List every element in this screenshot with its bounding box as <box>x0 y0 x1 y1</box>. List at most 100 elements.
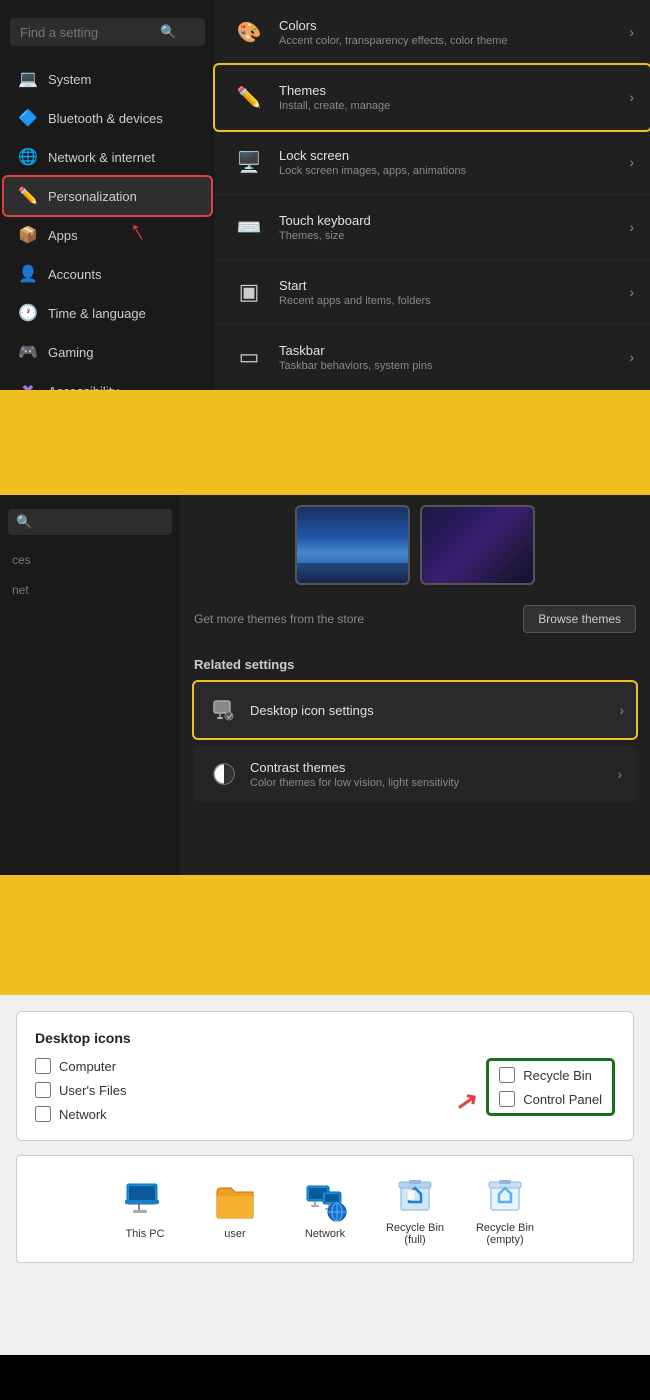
sidebar-item-network[interactable]: 🌐 Network & internet <box>4 138 211 176</box>
desktop-icon-thispc: This PC <box>110 1178 180 1240</box>
sidebar-item-system[interactable]: 💻 System <box>4 60 211 98</box>
sidebar-item-label: Accounts <box>48 267 101 282</box>
time-icon: 🕐 <box>18 303 38 323</box>
recycle-bin-full-icon <box>393 1172 437 1216</box>
sidebar-item-label: System <box>48 72 91 87</box>
yellow-separator-2 <box>0 875 650 995</box>
apps-icon: 📦 <box>18 225 38 245</box>
chevron-right-icon: › <box>619 702 624 718</box>
settings-item-lockscreen[interactable]: 🖥️ Lock screen Lock screen images, apps,… <box>215 130 650 195</box>
sidebar-item-time[interactable]: 🕐 Time & language <box>4 294 211 332</box>
chevron-right-icon: › <box>617 766 622 782</box>
sidebar-item-label: Time & language <box>48 306 146 321</box>
red-arrow-indicator-icon: ↗ <box>454 1084 481 1118</box>
recycle-bin-empty-icon <box>483 1172 527 1216</box>
recycle-label: Recycle Bin <box>523 1068 592 1083</box>
chevron-right-icon: › <box>629 219 634 235</box>
sidebar-item-label: Network & internet <box>48 150 155 165</box>
taskbar-title: Taskbar <box>279 343 629 358</box>
theme-thumbnail-blue[interactable] <box>295 505 410 585</box>
system-icon: 💻 <box>18 69 38 89</box>
checkbox-item-usersfiles[interactable]: User's Files <box>35 1082 456 1098</box>
network-label: Network <box>305 1228 345 1240</box>
sidebar-item-label: Bluetooth & devices <box>48 111 163 126</box>
sidebar-item-bluetooth[interactable]: 🔷 Bluetooth & devices <box>4 99 211 137</box>
contrast-themes-title: Contrast themes <box>250 760 617 775</box>
checkbox-item-computer[interactable]: Computer <box>35 1058 456 1074</box>
thispc-label: This PC <box>125 1228 164 1240</box>
network-label: Network <box>59 1107 107 1122</box>
chevron-right-icon: › <box>629 349 634 365</box>
sidebar-item-label: Apps <box>48 228 78 243</box>
browse-themes-button[interactable]: Browse themes <box>523 605 636 633</box>
checkbox-item-recycle[interactable]: Recycle Bin <box>499 1067 602 1083</box>
sidebar-item-label: Personalization <box>48 189 137 204</box>
start-title: Start <box>279 278 629 293</box>
chevron-right-icon: › <box>629 24 634 40</box>
theme-thumbnail-abstract[interactable] <box>420 505 535 585</box>
network-icon-svg <box>303 1178 347 1222</box>
usersfiles-checkbox[interactable] <box>35 1082 51 1098</box>
settings-item-taskbar[interactable]: ▭ Taskbar Taskbar behaviors, system pins… <box>215 325 650 390</box>
user-folder-icon <box>213 1178 257 1222</box>
themes-icon: ✏️ <box>231 79 267 115</box>
themes-search-input[interactable] <box>32 515 132 529</box>
start-desc: Recent apps and items, folders <box>279 295 629 307</box>
computer-checkbox[interactable] <box>35 1058 51 1074</box>
themes-main: Get more themes from the store Browse th… <box>180 495 650 875</box>
touchkeyboard-icon: ⌨️ <box>231 209 267 245</box>
desktop-icon-settings-item[interactable]: ↗ Desktop icon settings › <box>194 682 636 738</box>
settings-main-panel: 🎨 Colors Accent color, transparency effe… <box>215 0 650 390</box>
thispc-icon <box>123 1178 167 1222</box>
contrast-themes-item[interactable]: Contrast themes Color themes for low vis… <box>194 746 636 802</box>
sidebar-item-accounts[interactable]: 👤 Accounts <box>4 255 211 293</box>
search-icon: 🔍 <box>16 514 32 530</box>
sidebar-item-accessibility[interactable]: ✖ Accessibility <box>4 372 211 390</box>
themes-desc: Install, create, manage <box>279 100 629 112</box>
touchkeyboard-title: Touch keyboard <box>279 213 629 228</box>
bluetooth-icon: 🔷 <box>18 108 38 128</box>
controlpanel-label: Control Panel <box>523 1092 602 1107</box>
user-label: user <box>224 1228 245 1240</box>
start-icon: ▣ <box>231 274 267 310</box>
themes-title: Themes <box>279 83 629 98</box>
usersfiles-label: User's Files <box>59 1083 127 1098</box>
settings-item-colors[interactable]: 🎨 Colors Accent color, transparency effe… <box>215 0 650 65</box>
contrast-themes-desc: Color themes for low vision, light sensi… <box>250 777 617 789</box>
sidebar-item-personalization[interactable]: ✏️ Personalization <box>4 177 211 215</box>
themes-grid <box>194 505 636 585</box>
dialog-title: Desktop icons <box>35 1030 615 1046</box>
themes-section: 🔍 ces net Get more themes from the store… <box>0 495 650 875</box>
sidebar-partial-item-net[interactable]: net <box>0 575 180 605</box>
sidebar-item-label: Accessibility <box>48 384 119 391</box>
themes-search-box[interactable]: 🔍 <box>8 509 172 535</box>
settings-item-touchkeyboard[interactable]: ⌨️ Touch keyboard Themes, size › <box>215 195 650 260</box>
settings-section1: 🔍 💻 System 🔷 Bluetooth & devices 🌐 Netwo… <box>0 0 650 390</box>
checkbox-item-controlpanel[interactable]: Control Panel <box>499 1091 602 1107</box>
settings-item-start[interactable]: ▣ Start Recent apps and items, folders › <box>215 260 650 325</box>
recycle-bin-highlight-box: Recycle Bin Control Panel <box>486 1058 615 1116</box>
sidebar-partial-item-ces[interactable]: ces <box>0 545 180 575</box>
settings-search-input[interactable] <box>20 25 160 40</box>
network-checkbox[interactable] <box>35 1106 51 1122</box>
gaming-icon: 🎮 <box>18 342 38 362</box>
controlpanel-checkbox[interactable] <box>499 1091 515 1107</box>
desktop-icon-recycle-empty: Recycle Bin(empty) <box>470 1172 540 1246</box>
colors-icon: 🎨 <box>231 14 267 50</box>
checkboxes-container: Computer User's Files Network Recycle Bi… <box>35 1058 615 1122</box>
sidebar-item-gaming[interactable]: 🎮 Gaming <box>4 333 211 371</box>
sidebar-item-apps[interactable]: 📦 Apps <box>4 216 211 254</box>
yellow-separator-1 <box>0 390 650 495</box>
accounts-icon: 👤 <box>18 264 38 284</box>
checkbox-item-network[interactable]: Network <box>35 1106 456 1122</box>
icons-preview-box: This PC user <box>16 1155 634 1263</box>
lockscreen-desc: Lock screen images, apps, animations <box>279 165 629 177</box>
desktop-icon-settings-label: Desktop icon settings <box>250 703 374 718</box>
settings-item-themes[interactable]: ✏️ Themes Install, create, manage › ← <box>215 65 650 130</box>
settings-search-box[interactable]: 🔍 <box>10 18 205 46</box>
lockscreen-title: Lock screen <box>279 148 629 163</box>
lockscreen-icon: 🖥️ <box>231 144 267 180</box>
recycle-full-label: Recycle Bin(full) <box>386 1222 444 1246</box>
recycle-checkbox[interactable] <box>499 1067 515 1083</box>
desktop-icon-network: Network <box>290 1178 360 1240</box>
